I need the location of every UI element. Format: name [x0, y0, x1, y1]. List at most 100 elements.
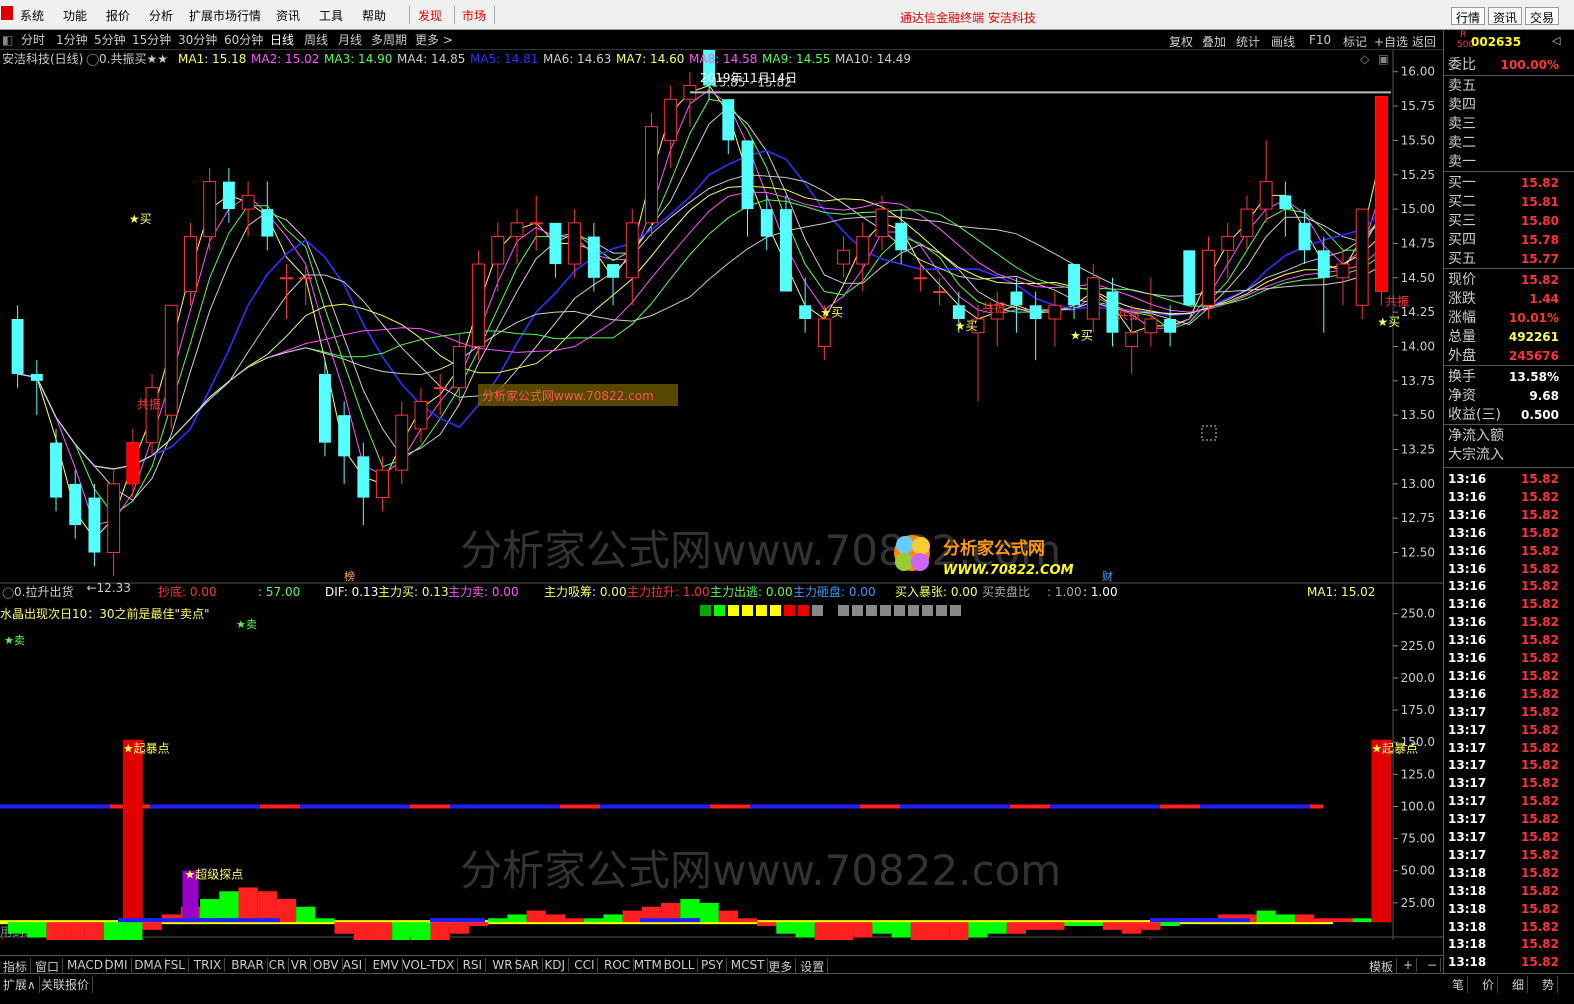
candle-body [1355, 208, 1369, 306]
tick-row: 13:17 15.82 [1444, 810, 1574, 828]
row-value: 15.80 [1521, 214, 1559, 228]
sub-label: 主力卖: 0.00 [448, 585, 519, 599]
candle-body [184, 236, 197, 293]
sub-label: 主力砸盘: 0.00 [793, 584, 876, 599]
low-label: ←12.33 [86, 581, 130, 595]
panel-divider [1444, 171, 1574, 172]
sub-bar [699, 902, 719, 923]
indicator-tab[interactable]: ASI [340, 958, 367, 972]
indicator-tab[interactable]: ROC [601, 958, 635, 972]
sub-label: : 1.00 [1083, 585, 1118, 599]
menu-discover[interactable]: 发现 [418, 9, 442, 23]
indicator-tab[interactable]: BOLL [661, 958, 699, 972]
sub-bar [507, 914, 527, 923]
sub-bar [372, 922, 393, 953]
tick-row: 13:16 15.82 [1444, 542, 1574, 560]
period-tab[interactable]: 5分钟 [94, 33, 126, 47]
indicator-tab[interactable]: TRIX [191, 958, 226, 972]
sub-bar [27, 922, 47, 938]
menu-market[interactable]: 市场 [462, 9, 486, 23]
indicator-tab[interactable]: CCI [571, 958, 599, 972]
collapse-icon[interactable]: ◧ [2, 33, 13, 47]
tab-detail[interactable]: 细 [1509, 976, 1529, 993]
tool-button[interactable]: 复权 [1169, 33, 1193, 50]
period-tab[interactable]: 60分钟 [224, 33, 263, 47]
trade-button[interactable]: 交易 [1525, 7, 1560, 25]
related-quote-button[interactable]: 关联报价 [38, 976, 94, 993]
period-tab[interactable]: 1分钟 [56, 33, 88, 47]
candle-body [164, 304, 178, 416]
tick-row: 13:16 15.82 [1444, 470, 1574, 488]
candle-body [222, 181, 235, 210]
row-label: 净流入额 [1448, 428, 1504, 444]
tool-button[interactable]: 标记 [1343, 33, 1367, 50]
candle-body [664, 98, 678, 141]
zoom-in-icon[interactable]: + [1400, 958, 1418, 972]
y-tick-label: 14.75 [1401, 236, 1435, 250]
period-tab[interactable]: 月线 [338, 33, 362, 47]
indicator-tab[interactable]: CR [266, 958, 290, 972]
period-tab[interactable]: 15分钟 [132, 33, 171, 47]
menu-analysis[interactable]: 分析 [149, 9, 173, 23]
menu-separator [494, 6, 495, 24]
menu-quote[interactable]: 报价 [106, 9, 130, 23]
tab-prices[interactable]: 价 [1479, 976, 1499, 993]
period-more[interactable]: 更多 > [415, 33, 453, 47]
tool-button[interactable]: F10 [1309, 33, 1331, 47]
menu-info[interactable]: 资讯 [276, 9, 300, 23]
tool-button[interactable]: 叠加 [1202, 33, 1226, 50]
window-title: 通达信金融终端 安洁科技 [900, 11, 1036, 25]
y-tick-label: 14.50 [1401, 271, 1435, 285]
period-tab[interactable]: 周线 [304, 33, 328, 47]
news-button[interactable]: 资讯 [1488, 7, 1523, 25]
tick-time: 13:16 [1448, 615, 1487, 630]
tab-trend[interactable]: 势 [1539, 976, 1559, 993]
indicator-tab[interactable]: BRAR [228, 958, 268, 972]
ma-label: MA9: 14.55 [762, 52, 830, 66]
indicator-tab[interactable]: RSI [460, 958, 487, 972]
period-tab[interactable]: 30分钟 [178, 33, 217, 47]
ma-label: MA2: 15.02 [251, 52, 319, 66]
sub-bar [1026, 922, 1046, 930]
indicator-tab[interactable]: OBV [310, 958, 343, 972]
indicator-tab[interactable]: PSY [698, 958, 728, 972]
candle-body [107, 483, 121, 554]
expand-button[interactable]: 扩展∧ [0, 976, 40, 993]
chart-svg[interactable]: 分析家公式网www.70822.com 分析家公式网www.70822.com … [0, 44, 1443, 961]
tool-button[interactable]: +自选 [1374, 33, 1408, 50]
indicator-tab[interactable]: MCST [728, 958, 769, 972]
y-tick-label: 200.0 [1401, 671, 1435, 685]
finance-tag: 财 [1102, 569, 1113, 583]
indicator-tab[interactable]: KDJ [541, 958, 570, 972]
bid-row: 买三 15.80 [1444, 212, 1574, 231]
indicator-tab[interactable]: FSL [161, 958, 189, 972]
sub-bar [603, 914, 623, 923]
period-tab[interactable]: 分时 [21, 33, 45, 47]
tick-time: 13:16 [1448, 507, 1487, 522]
candle-body [50, 442, 62, 498]
toggle-icon[interactable]: ◁ [1552, 34, 1560, 47]
sub-bar [737, 918, 758, 923]
quote-button[interactable]: 行情 [1451, 7, 1486, 25]
chart-area[interactable]: 分析家公式网www.70822.com 分析家公式网www.70822.com … [0, 44, 1443, 961]
candle-body [1221, 236, 1235, 251]
tab-trades[interactable]: 笔 [1449, 976, 1469, 993]
zoom-out-icon[interactable]: − [1424, 958, 1442, 972]
menu-tools[interactable]: 工具 [319, 9, 343, 23]
indicator-tab[interactable]: SAR [512, 958, 543, 972]
menu-ext-market[interactable]: 扩展市场行情 [189, 9, 261, 23]
period-tab[interactable]: 多周期 [371, 33, 407, 47]
indicator-tab[interactable]: VOL-TDX [399, 958, 459, 972]
indicator-tab[interactable]: DMI [101, 958, 132, 972]
tool-button[interactable]: 画线 [1271, 33, 1295, 50]
menu-function[interactable]: 功能 [63, 9, 87, 23]
indicator-tab[interactable]: EMV [370, 958, 403, 972]
period-tab-active[interactable]: 日线 [270, 33, 294, 47]
menu-system[interactable]: 系统 [20, 9, 44, 23]
indicator-tab[interactable]: VR [288, 958, 312, 972]
menu-help[interactable]: 帮助 [362, 9, 386, 23]
settings-icon: ◯ [2, 586, 14, 599]
sub-label: 抄底: 0.00 [158, 584, 217, 599]
tool-button[interactable]: 统计 [1236, 33, 1260, 50]
tool-button[interactable]: 返回 [1412, 33, 1436, 50]
